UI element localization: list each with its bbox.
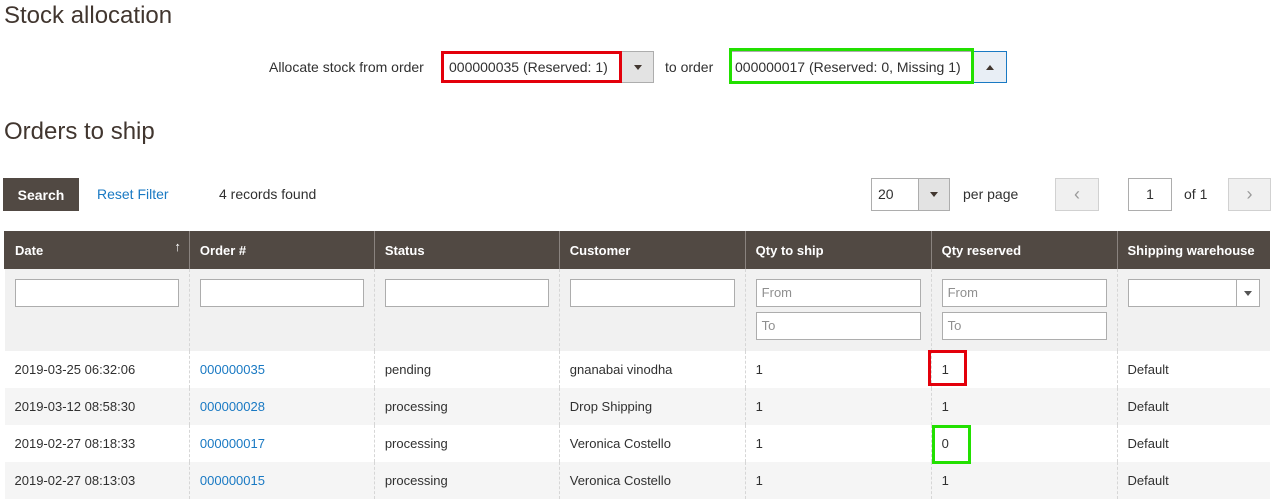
warehouse-cell: Default [1116, 388, 1270, 425]
qty-reserved-from-input[interactable]: From [941, 279, 1107, 307]
reserved-highlight-green [932, 425, 971, 464]
date-cell: 2019-02-27 08:18:33 [4, 425, 190, 462]
order-link[interactable]: 000000028 [188, 388, 375, 425]
column-header-label: Date [15, 242, 44, 258]
warehouse-cell: Default [1116, 462, 1270, 499]
order-link[interactable]: 000000017 [188, 425, 375, 462]
column-header-qty-to-ship[interactable]: Qty to ship [744, 231, 932, 269]
to-highlight [729, 48, 974, 84]
sort-ascending-icon: ↑ [174, 239, 181, 254]
chevron-up-icon [985, 64, 994, 70]
qty-reserved-cell: 1 [930, 462, 1117, 499]
reserved-highlight-red [928, 350, 967, 386]
table-row[interactable]: 2019-02-27 08:18:33 000000017 processing… [4, 425, 1270, 462]
date-cell: 2019-03-12 08:58:30 [4, 388, 190, 425]
page-title: Stock allocation [4, 2, 173, 29]
table-row[interactable]: 2019-02-27 08:13:03 000000015 processing… [4, 462, 1270, 499]
table-row[interactable]: 2019-03-25 06:32:06 000000035 pending gn… [4, 351, 1270, 388]
warehouse-filter-select[interactable] [1127, 279, 1260, 307]
customer-cell: Drop Shipping [558, 388, 746, 425]
order-filter-input[interactable] [199, 279, 364, 307]
column-header-status[interactable]: Status [373, 231, 560, 269]
column-header-customer[interactable]: Customer [558, 231, 746, 269]
order-link[interactable]: 000000015 [188, 462, 375, 499]
qty-ship-cell: 1 [744, 462, 932, 499]
customer-cell: gnanabai vinodha [558, 351, 746, 388]
reset-filter-link[interactable]: Reset Filter [97, 186, 169, 202]
status-cell: pending [373, 351, 560, 388]
from-highlight [441, 51, 622, 83]
date-cell: 2019-03-25 06:32:06 [4, 351, 190, 388]
previous-page-button[interactable]: ‹ [1055, 178, 1099, 211]
table-row[interactable]: 2019-03-12 08:58:30 000000028 processing… [4, 388, 1270, 425]
chevron-left-icon: ‹ [1074, 184, 1080, 204]
per-page-dropdown-button[interactable] [918, 178, 950, 211]
chevron-down-icon [1236, 280, 1259, 306]
column-header-shipping-warehouse[interactable]: Shipping warehouse [1116, 231, 1270, 269]
warehouse-cell: Default [1116, 425, 1270, 462]
filter-row: From To From To [4, 269, 1270, 351]
date-cell: 2019-02-27 08:13:03 [4, 462, 190, 499]
chevron-down-icon [633, 64, 642, 70]
qty-ship-from-input[interactable]: From [755, 279, 921, 307]
per-page-label: per page [963, 186, 1019, 202]
qty-reserved-cell: 1 [930, 388, 1117, 425]
chevron-right-icon: › [1246, 184, 1253, 204]
allocate-to-dropdown-button[interactable] [973, 51, 1007, 83]
page-total: of 1 [1184, 186, 1208, 202]
page-number-input[interactable]: 1 [1128, 178, 1172, 211]
column-header-date[interactable]: Date ↑ [4, 231, 190, 269]
qty-ship-cell: 1 [744, 351, 932, 388]
column-header-order[interactable]: Order # [188, 231, 375, 269]
qty-ship-cell: 1 [744, 388, 932, 425]
status-cell: processing [373, 425, 560, 462]
next-page-button[interactable]: › [1228, 178, 1271, 211]
records-found: 4 records found [219, 186, 317, 202]
section-title: Orders to ship [4, 118, 155, 145]
chevron-down-icon [930, 192, 938, 197]
allocate-to-label: to order [665, 59, 714, 75]
search-button[interactable]: Search [3, 178, 79, 211]
qty-ship-cell: 1 [744, 425, 932, 462]
orders-table: Date ↑ Order # Status Customer Qty to sh… [4, 231, 1270, 499]
status-cell: processing [373, 462, 560, 499]
qty-ship-to-input[interactable]: To [755, 312, 921, 340]
customer-cell: Veronica Costello [558, 462, 746, 499]
order-link[interactable]: 000000035 [188, 351, 375, 388]
customer-filter-input[interactable] [569, 279, 735, 307]
qty-reserved-to-input[interactable]: To [941, 312, 1107, 340]
warehouse-cell: Default [1116, 351, 1270, 388]
allocate-from-label: Allocate stock from order [269, 59, 424, 75]
per-page-select[interactable]: 20 [871, 178, 919, 211]
date-filter-input[interactable] [14, 279, 179, 307]
status-cell: processing [373, 388, 560, 425]
status-filter-input[interactable] [384, 279, 549, 307]
customer-cell: Veronica Costello [558, 425, 746, 462]
allocate-from-dropdown-button[interactable] [622, 51, 654, 83]
column-header-qty-reserved[interactable]: Qty reserved [930, 231, 1117, 269]
